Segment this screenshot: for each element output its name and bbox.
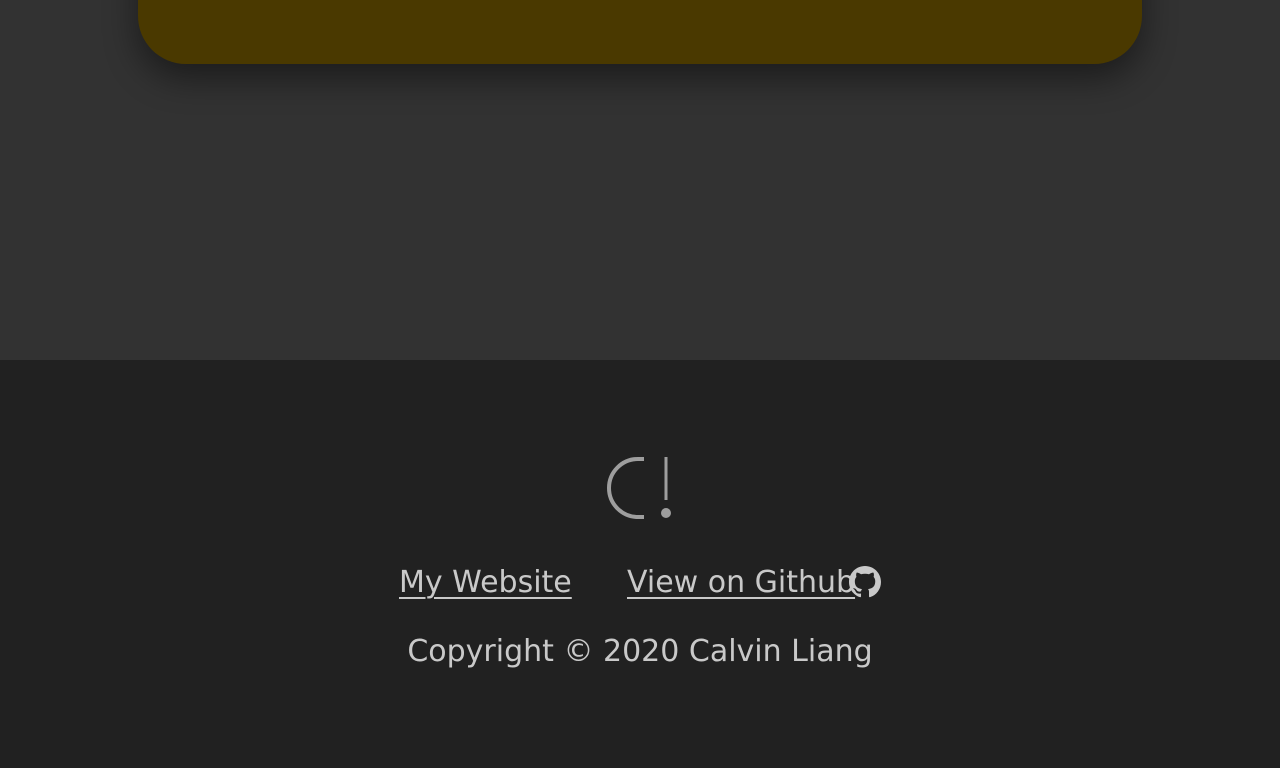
- my-website-link[interactable]: My Website: [399, 563, 572, 603]
- github-icon[interactable]: [849, 566, 881, 598]
- view-on-github-link[interactable]: View on Github: [627, 563, 855, 603]
- copyright-text: Copyright © 2020 Calvin Liang: [407, 634, 873, 669]
- header-card: [138, 0, 1142, 64]
- logo: [604, 454, 676, 528]
- view-on-github-label: View on Github: [627, 565, 856, 600]
- page: My Website View on Github Copyright © 20…: [0, 0, 1280, 768]
- window-icon[interactable]: [948, 0, 976, 4]
- content-area: [0, 0, 1280, 360]
- trash-icon[interactable]: [1046, 0, 1074, 4]
- footer-links: My Website View on Github: [0, 563, 1280, 603]
- footer: My Website View on Github Copyright © 20…: [0, 360, 1280, 768]
